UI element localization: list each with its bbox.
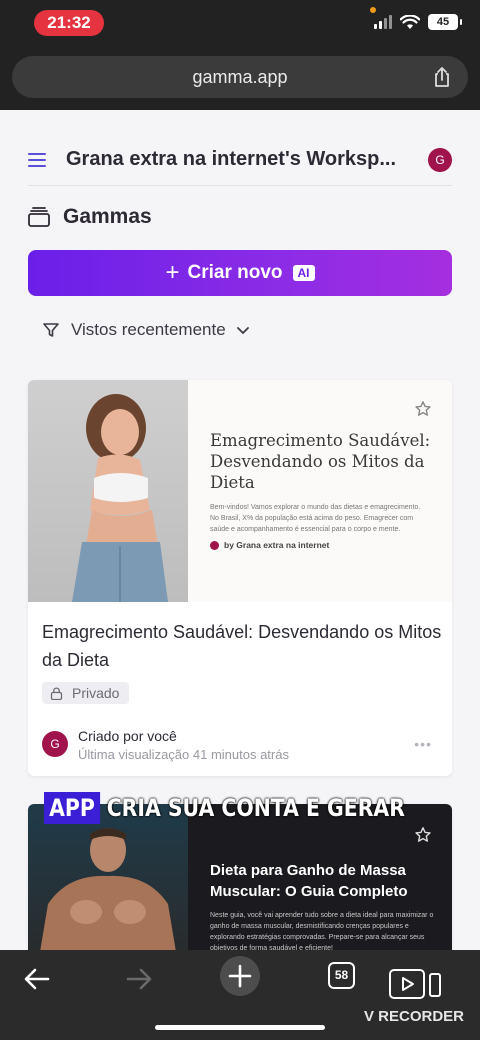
gamma-card[interactable]: Emagrecimento Saudável: Desvendando os M… [28, 380, 452, 776]
last-viewed-label: Última visualização 41 minutos atrás [78, 747, 289, 762]
watermark-label: V RECORDER [364, 1008, 465, 1025]
forward-arrow-icon[interactable] [124, 964, 154, 994]
creator-avatar: G [42, 731, 68, 757]
recorder-icon [389, 969, 441, 999]
thumbnail-photo [28, 380, 188, 602]
thumbnail-body: Neste guia, você vai aprender tudo sobre… [210, 912, 434, 950]
section-title: Gammas [63, 205, 152, 228]
ai-badge: AI [292, 265, 315, 281]
thumbnail-author: by Grana extra na internet [210, 540, 329, 550]
page-content: Grana extra na internet's Worksp... G Ga… [0, 110, 480, 950]
privacy-badge: Privado [42, 682, 130, 704]
card-thumbnail[interactable]: Emagrecimento Saudável: Desvendando os M… [28, 380, 452, 602]
filter-dropdown[interactable]: Vistos recentemente [42, 320, 250, 340]
star-icon[interactable] [414, 826, 432, 844]
filter-icon [43, 323, 59, 337]
lock-icon [50, 687, 63, 700]
status-icons: 45 [374, 14, 462, 30]
tabs-count-button[interactable]: 58 [328, 962, 355, 989]
share-icon[interactable] [430, 65, 454, 89]
thumbnail-text: Emagrecimento Saudável: Desvendando os M… [188, 380, 452, 602]
back-arrow-icon[interactable] [22, 964, 52, 994]
workspace-header: Grana extra na internet's Worksp... G [28, 138, 452, 186]
plus-icon [228, 964, 252, 988]
create-new-button[interactable]: + Criar novo AI [28, 250, 452, 296]
status-bar: 21:32 45 [0, 0, 480, 48]
user-avatar[interactable]: G [428, 147, 452, 172]
wifi-icon [400, 14, 420, 29]
menu-icon[interactable] [28, 152, 46, 167]
video-caption: APP CRIA SUA CONTA E GERAR [44, 786, 405, 830]
create-new-label: Criar novo [187, 262, 283, 283]
section-header: Gammas [28, 205, 152, 229]
creator-info: G Criado por você Última visualização 41… [42, 728, 289, 762]
card-title[interactable]: Emagrecimento Saudável: Desvendando os M… [42, 618, 442, 674]
status-time: 21:32 [34, 10, 104, 36]
caption-text: CRIA SUA CONTA E GERAR [106, 794, 405, 822]
new-tab-button[interactable] [220, 956, 260, 996]
address-bar[interactable]: gamma.app [12, 56, 468, 98]
home-indicator [155, 1025, 325, 1030]
battery-icon: 45 [428, 14, 462, 30]
url-text[interactable]: gamma.app [12, 56, 468, 98]
star-icon[interactable] [414, 400, 432, 418]
workspace-title[interactable]: Grana extra na internet's Worksp... [66, 148, 418, 171]
thumbnail-title: Dieta para Ganho de Massa Muscular: O Gu… [210, 862, 408, 900]
thumbnail-title: Emagrecimento Saudável: Desvendando os M… [210, 431, 431, 492]
author-dot [210, 540, 219, 550]
stack-icon [28, 207, 50, 227]
browser-toolbar: 58 V RECORDER [0, 950, 480, 1040]
privacy-label: Privado [72, 685, 120, 701]
browser-chrome: gamma.app [0, 48, 480, 110]
filter-label: Vistos recentemente [71, 320, 226, 339]
more-options-icon[interactable]: ••• [414, 736, 432, 752]
chevron-down-icon [236, 327, 249, 334]
creator-label: Criado por você [78, 728, 177, 744]
signal-icon [374, 15, 392, 29]
privacy-indicator [370, 7, 376, 13]
caption-highlight: APP [44, 792, 100, 824]
thumbnail-body: Bem-vindos! Vamos explorar o mundo das d… [210, 504, 421, 533]
plus-icon: + [165, 259, 180, 286]
author-label: by Grana extra na internet [224, 540, 330, 550]
